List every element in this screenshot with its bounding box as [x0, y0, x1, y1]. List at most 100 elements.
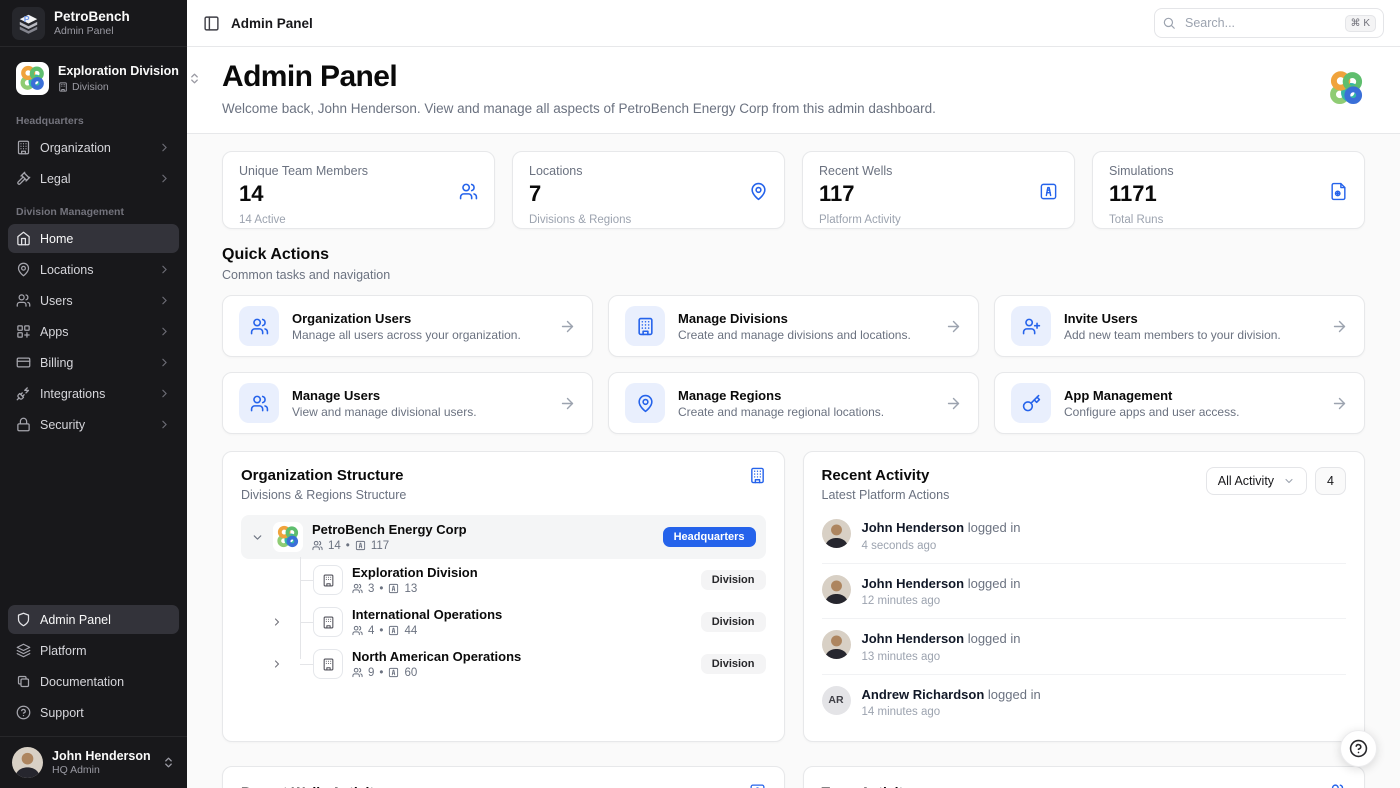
user-role: HQ Admin — [52, 764, 151, 776]
avatar — [12, 747, 43, 778]
activity-filter-select[interactable]: All Activity — [1206, 467, 1307, 495]
chevron-right-icon — [158, 325, 171, 338]
chevron-down-icon — [1283, 475, 1295, 487]
derrick-icon — [749, 783, 766, 788]
sidebar-item-platform[interactable]: Platform — [8, 636, 179, 665]
plug-icon — [16, 386, 31, 401]
sidebar-item-integrations[interactable]: Integrations — [8, 379, 179, 408]
chevron-right-icon — [158, 263, 171, 276]
org-structure-title: Organization Structure — [241, 467, 406, 484]
sidebar-item-billing[interactable]: Billing — [8, 348, 179, 377]
avatar — [822, 575, 851, 604]
chevron-down-icon[interactable] — [251, 531, 264, 544]
sidebar-item-documentation[interactable]: Documentation — [8, 667, 179, 696]
search-shortcut: ⌘ K — [1345, 15, 1376, 32]
tree-row-north-american-operations[interactable]: North American Operations 9 • 60 Divisio… — [300, 643, 766, 685]
map-pin-icon — [16, 262, 31, 277]
sidebar-item-legal[interactable]: Legal — [8, 164, 179, 193]
sidebar-spacer — [0, 440, 187, 604]
sidebar-item-apps[interactable]: Apps — [8, 317, 179, 346]
tree-row-root[interactable]: PetroBench Energy Corp 14 • 117 Headquar… — [241, 515, 766, 559]
activity-count-badge: 4 — [1315, 467, 1346, 495]
tree-row-exploration-division[interactable]: Exploration Division 3 • 13 Division — [300, 559, 766, 601]
main-area: Admin Panel ⌘ K Admin Panel Welcome back… — [187, 0, 1400, 788]
quick-action-invite-users[interactable]: Invite Users Add new team members to you… — [994, 295, 1365, 357]
lock-icon — [16, 417, 31, 432]
topbar: Admin Panel ⌘ K — [187, 0, 1400, 47]
stat-card-simulations: Simulations 1171 Total Runs — [1092, 151, 1365, 229]
layers-icon — [16, 643, 31, 658]
help-circle-icon — [16, 705, 31, 720]
quick-action-manage-divisions[interactable]: Manage Divisions Create and manage divis… — [608, 295, 979, 357]
users-icon — [1329, 783, 1346, 788]
sidebar-item-admin-panel[interactable]: Admin Panel — [8, 605, 179, 634]
chevron-right-icon — [158, 294, 171, 307]
sidebar-item-locations[interactable]: Locations — [8, 255, 179, 284]
page-header: Admin Panel Welcome back, John Henderson… — [187, 47, 1400, 134]
quick-action-manage-regions[interactable]: Manage Regions Create and manage regiona… — [608, 372, 979, 434]
search-icon — [1162, 16, 1176, 30]
home-icon — [16, 231, 31, 246]
sidebar-item-users[interactable]: Users — [8, 286, 179, 315]
sidebar-item-security[interactable]: Security — [8, 410, 179, 439]
shield-icon — [16, 612, 31, 627]
topbar-title: Admin Panel — [231, 16, 313, 31]
users-icon — [312, 540, 323, 551]
stat-value: 7 — [529, 181, 768, 207]
user-menu[interactable]: John Henderson HQ Admin — [0, 736, 187, 788]
map-pin-icon — [625, 383, 665, 423]
chevron-right-icon — [158, 141, 171, 154]
headquarters-badge: Headquarters — [663, 527, 756, 547]
sidebar: P PetroBench Admin Panel Exploration Div… — [0, 0, 187, 788]
derrick-icon — [388, 625, 399, 636]
quick-action-app-management[interactable]: App Management Configure apps and user a… — [994, 372, 1365, 434]
division-badge: Division — [701, 612, 766, 632]
help-button[interactable] — [1340, 730, 1377, 767]
chevron-right-icon — [158, 172, 171, 185]
quick-actions-subtitle: Common tasks and navigation — [222, 268, 1365, 282]
chevron-right-icon[interactable] — [271, 616, 283, 628]
org-type: Division — [58, 81, 179, 93]
sidebar-section-division-management: Division Management — [0, 194, 187, 223]
activity-list: John Henderson logged in 4 seconds ago J… — [822, 508, 1347, 729]
quick-action-manage-users[interactable]: Manage Users View and manage divisional … — [222, 372, 593, 434]
arrow-right-icon — [559, 318, 576, 335]
chevron-right-icon[interactable] — [271, 658, 283, 670]
division-badge: Division — [701, 570, 766, 590]
chevron-right-icon — [158, 356, 171, 369]
search-input[interactable]: ⌘ K — [1154, 8, 1384, 38]
users-icon — [239, 306, 279, 346]
org-structure-subtitle: Divisions & Regions Structure — [241, 488, 406, 502]
building-icon — [625, 306, 665, 346]
search-field[interactable] — [1183, 15, 1338, 31]
avatar — [822, 630, 851, 659]
org-name: Exploration Division — [58, 64, 179, 80]
activity-item: John Henderson logged in 12 minutes ago — [822, 564, 1347, 620]
chevron-right-icon — [158, 387, 171, 400]
division-badge: Division — [701, 654, 766, 674]
sidebar-item-home[interactable]: Home — [8, 224, 179, 253]
recent-wells-activity-panel: Recent Wells Activity — [222, 766, 785, 788]
users-icon — [16, 293, 31, 308]
org-switcher[interactable]: Exploration Division Division — [8, 56, 179, 101]
sidebar-toggle-icon[interactable] — [203, 15, 220, 32]
building-icon — [313, 649, 343, 679]
recent-activity-subtitle: Latest Platform Actions — [822, 488, 950, 502]
sidebar-item-organization[interactable]: Organization — [8, 133, 179, 162]
brand-header: P PetroBench Admin Panel — [0, 0, 187, 47]
brand-name: PetroBench — [54, 9, 130, 25]
stat-card-unique-team-members: Unique Team Members 14 14 Active — [222, 151, 495, 229]
tree-row-international-operations[interactable]: International Operations 4 • 44 Division — [300, 601, 766, 643]
arrow-right-icon — [1331, 395, 1348, 412]
derrick-icon — [388, 583, 399, 594]
arrow-right-icon — [945, 395, 962, 412]
quick-action-organization-users[interactable]: Organization Users Manage all users acro… — [222, 295, 593, 357]
user-plus-icon — [1011, 306, 1051, 346]
users-icon — [352, 667, 363, 678]
building-icon — [749, 467, 766, 484]
quick-actions-title: Quick Actions — [222, 246, 1365, 264]
sidebar-item-support[interactable]: Support — [8, 698, 179, 727]
gavel-icon — [16, 171, 31, 186]
copy-icon — [16, 674, 31, 689]
key-icon — [1011, 383, 1051, 423]
